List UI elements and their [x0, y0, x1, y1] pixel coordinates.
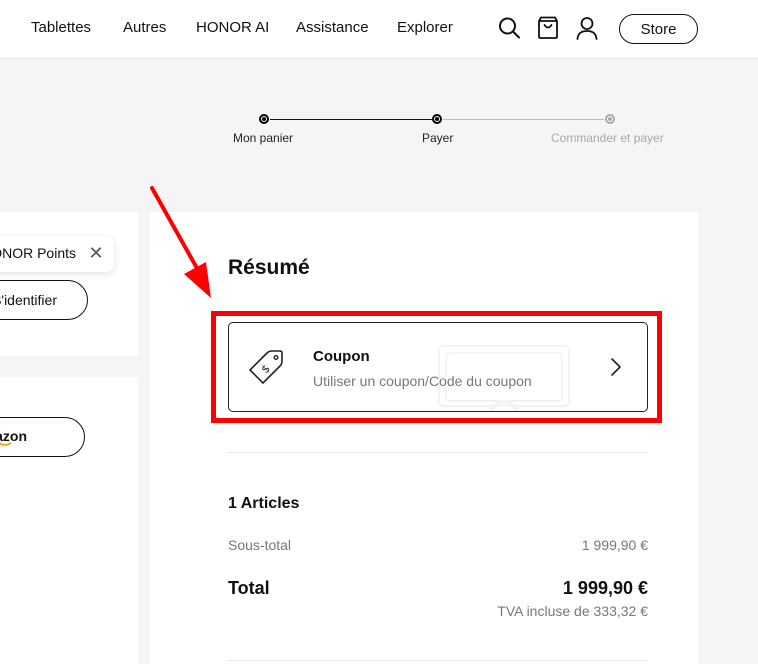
- nav-item-assistance[interactable]: Assistance: [296, 19, 369, 36]
- coupon-title: Coupon: [313, 348, 370, 365]
- honor-points-label: HONOR Points: [0, 245, 76, 261]
- order-summary: Résumé $ Coupon Utiliser un coupon/Code …: [150, 212, 698, 664]
- step-dot-order: [605, 114, 615, 124]
- checkout-stepper: Mon panier Payer Commander et payer: [0, 108, 758, 148]
- step-label-pay: Payer: [422, 131, 454, 145]
- nav-item-autres[interactable]: Autres: [123, 19, 166, 36]
- vat-note: TVA incluse de 333,32 €: [497, 603, 648, 619]
- store-button[interactable]: Store: [619, 14, 698, 44]
- coupon-button[interactable]: $ Coupon Utiliser un coupon/Code du coup…: [228, 322, 648, 412]
- coupon-tag-icon: $: [249, 350, 283, 384]
- nav-item-explorer[interactable]: Explorer: [397, 19, 453, 36]
- stepper-line-completed: [270, 119, 432, 120]
- nav-item-tablettes[interactable]: Tablettes: [31, 19, 91, 36]
- summary-title: Résumé: [228, 256, 310, 279]
- honor-points-tooltip: HONOR Points ✕: [0, 236, 114, 272]
- subtotal-value: 1 999,90 €: [581, 537, 648, 553]
- account-icon[interactable]: [575, 15, 599, 41]
- summary-divider: [228, 452, 648, 453]
- svg-text:$: $: [259, 362, 273, 376]
- step-dot-cart: [259, 114, 269, 124]
- amazon-smile-icon: [0, 442, 12, 446]
- chevron-right-icon: [611, 358, 621, 376]
- articles-count: 1 Articles: [228, 495, 300, 512]
- coupon-subtitle: Utiliser un coupon/Code du coupon: [313, 373, 532, 389]
- nav-item-honor-ai[interactable]: HONOR AI: [196, 19, 269, 36]
- total-value: 1 999,90 €: [562, 578, 648, 598]
- step-label-cart: Mon panier: [233, 131, 294, 145]
- step-dot-pay: [432, 114, 442, 124]
- top-navigation: Tablettes Autres HONOR AI Assistance Exp…: [0, 0, 758, 59]
- summary-bottom-divider: [228, 660, 648, 661]
- identify-button-label: S'identifier: [0, 292, 57, 308]
- stepper-line-pending: [443, 119, 604, 120]
- subtotal-label: Sous-total: [228, 537, 292, 553]
- total-label: Total: [228, 578, 270, 598]
- search-icon[interactable]: [497, 15, 521, 41]
- cart-icon[interactable]: [536, 15, 560, 41]
- amazon-pay-button[interactable]: amazon: [0, 417, 85, 457]
- step-label-order: Commander et payer: [551, 131, 664, 145]
- close-icon[interactable]: ✕: [87, 243, 105, 263]
- identify-button[interactable]: S'identifier: [0, 280, 88, 320]
